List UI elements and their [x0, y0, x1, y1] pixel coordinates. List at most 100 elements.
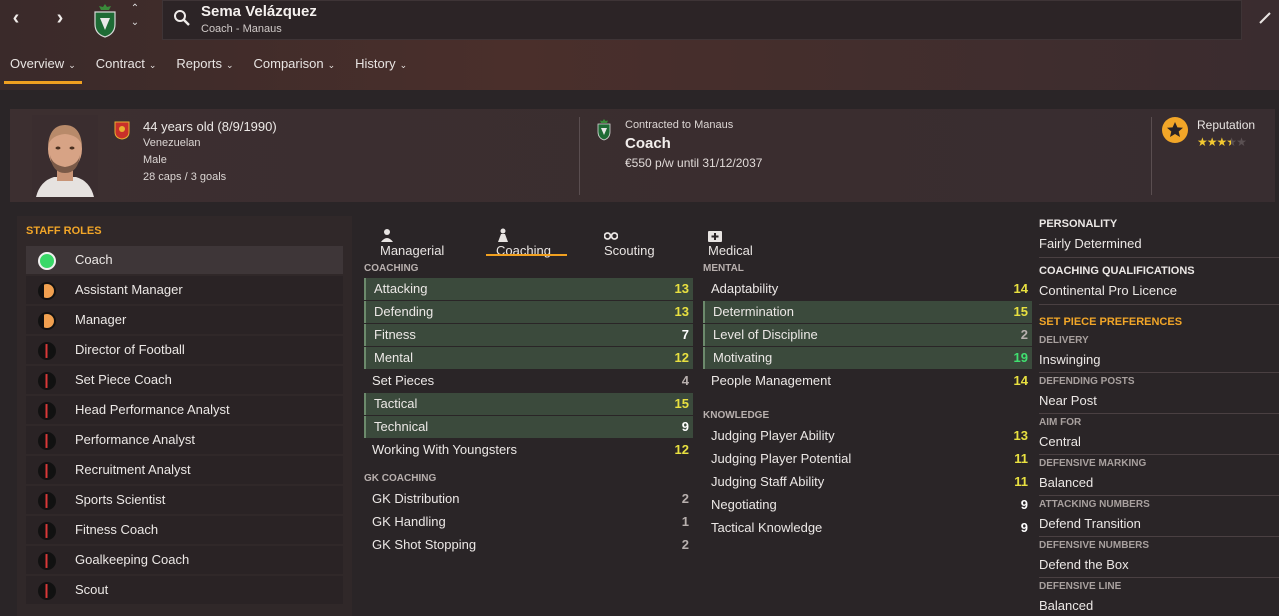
search-icon: [174, 10, 190, 26]
pref-label-defending-posts: DEFENDING POSTS: [1039, 376, 1135, 387]
attribute-label: Set Pieces: [372, 373, 435, 388]
tab-managerial[interactable]: Managerial: [380, 222, 444, 258]
attribute-value: 12: [674, 350, 689, 365]
attribute-row-people-management[interactable]: People Management 14: [703, 370, 1032, 392]
attribute-label: Motivating: [713, 350, 773, 365]
role-label: Coach: [75, 252, 113, 267]
pref-label-attacking-numbers: ATTACKING NUMBERS: [1039, 499, 1150, 510]
attribute-row-judging-staff-ability[interactable]: Judging Staff Ability 11: [703, 471, 1032, 493]
attribute-value: 14: [1013, 373, 1028, 388]
role-item-scout[interactable]: Scout: [26, 576, 343, 604]
person-subtitle: Coach - Manaus: [201, 23, 282, 35]
attribute-row-gk-handling[interactable]: GK Handling 1: [364, 511, 693, 533]
attribute-label: People Management: [711, 373, 831, 388]
chevron-down-icon: ⌄: [225, 60, 234, 70]
person-search-box[interactable]: Sema Velázquez Coach - Manaus: [162, 0, 1242, 40]
role-item-coach[interactable]: Coach: [26, 246, 343, 274]
attribute-row-technical[interactable]: Technical 9: [364, 416, 693, 438]
attribute-row-tactical[interactable]: Tactical 15: [364, 393, 693, 415]
attribute-row-judging-player-potential[interactable]: Judging Player Potential 11: [703, 448, 1032, 470]
role-label: Performance Analyst: [75, 432, 195, 447]
nation-flag-icon: [114, 121, 130, 140]
tab-history[interactable]: History ⌄: [345, 54, 417, 84]
role-item-director-of-football[interactable]: Director of Football: [26, 336, 343, 364]
pref-label-defensive-marking: DEFENSIVE MARKING: [1039, 458, 1147, 469]
attribute-value: 12: [674, 442, 689, 457]
attribute-label: Attacking: [374, 281, 428, 296]
role-label: Fitness Coach: [75, 522, 159, 537]
attribute-row-motivating[interactable]: Motivating 19: [703, 347, 1032, 369]
attribute-row-gk-distribution[interactable]: GK Distribution 2: [364, 488, 693, 510]
attribute-row-level-of-discipline[interactable]: Level of Discipline 2: [703, 324, 1032, 346]
nationality-text[interactable]: Venezuelan: [143, 137, 201, 149]
attribute-row-adaptability[interactable]: Adaptability 14: [703, 278, 1032, 300]
attribute-label: Mental: [374, 350, 414, 365]
age-text: 44 years old (8/9/1990): [143, 119, 277, 134]
qualifications-title: COACHING QUALIFICATIONS: [1039, 265, 1195, 277]
attribute-row-tactical-knowledge[interactable]: Tactical Knowledge 9: [703, 517, 1032, 539]
divider: [1039, 495, 1279, 496]
personality-value: Fairly Determined: [1039, 236, 1142, 251]
role-item-manager[interactable]: Manager: [26, 306, 343, 334]
attribute-row-attacking[interactable]: Attacking 13: [364, 278, 693, 300]
pref-value-defending-posts: Near Post: [1039, 393, 1097, 408]
attribute-value: 2: [1020, 327, 1028, 342]
attribute-row-working-with-youngsters[interactable]: Working With Youngsters 12: [364, 439, 693, 461]
tab-scouting[interactable]: Scouting: [604, 222, 655, 258]
attribute-label: GK Handling: [372, 514, 446, 529]
attribute-value: 2: [681, 537, 689, 552]
attribute-label: Tactical Knowledge: [711, 520, 823, 535]
suitability-indicator-icon: [38, 552, 56, 570]
attribute-label: Fitness: [374, 327, 416, 342]
attribute-value: 2: [681, 491, 689, 506]
suitability-indicator-icon: [38, 342, 56, 360]
divider: [1039, 454, 1279, 455]
attribute-row-mental[interactable]: Mental 12: [364, 347, 693, 369]
tab-comparison[interactable]: Comparison ⌄: [244, 54, 346, 84]
medical-kit-icon: [708, 231, 722, 242]
attribute-row-judging-player-ability[interactable]: Judging Player Ability 13: [703, 425, 1032, 447]
attribute-label: Tactical: [374, 396, 418, 411]
role-item-recruitment-analyst[interactable]: Recruitment Analyst: [26, 456, 343, 484]
role-item-head-performance-analyst[interactable]: Head Performance Analyst: [26, 396, 343, 424]
attribute-value: 15: [674, 396, 689, 411]
attribute-row-gk-shot-stopping[interactable]: GK Shot Stopping 2: [364, 534, 693, 556]
attribute-row-determination[interactable]: Determination 15: [703, 301, 1032, 323]
managerial-icon: [381, 229, 393, 242]
role-item-assistant-manager[interactable]: Assistant Manager: [26, 276, 343, 304]
role-label: Manager: [75, 312, 127, 327]
role-item-sports-scientist[interactable]: Sports Scientist: [26, 486, 343, 514]
attribute-row-set-pieces[interactable]: Set Pieces 4: [364, 370, 693, 392]
tab-contract[interactable]: Contract ⌄: [86, 54, 167, 84]
suitability-indicator-icon: [38, 312, 56, 330]
caps-text: 28 caps / 3 goals: [143, 171, 227, 183]
role-item-performance-analyst[interactable]: Performance Analyst: [26, 426, 343, 454]
star-icon: ★: [1216, 135, 1228, 149]
star-icon: ★: [1236, 135, 1247, 149]
club-badge-icon[interactable]: [92, 4, 118, 38]
staff-roles-panel: STAFF ROLES Coach Assistant Manager Manage…: [17, 216, 352, 616]
up-down-chevron-icon[interactable]: ⌃ ⌄: [128, 2, 142, 30]
back-arrow-icon[interactable]: ‹: [2, 6, 30, 30]
attribute-row-fitness[interactable]: Fitness 7: [364, 324, 693, 346]
edit-pencil-icon[interactable]: [1257, 10, 1273, 26]
tab-coaching[interactable]: Coaching: [486, 222, 567, 258]
tab-medical[interactable]: Medical: [708, 222, 753, 258]
attribute-label: Adaptability: [711, 281, 779, 296]
role-label: Director of Football: [75, 342, 185, 357]
contracted-to-text[interactable]: Contracted to Manaus: [625, 119, 733, 131]
role-item-fitness-coach[interactable]: Fitness Coach: [26, 516, 343, 544]
role-item-goalkeeping-coach[interactable]: Goalkeeping Coach: [26, 546, 343, 574]
tab-reports[interactable]: Reports ⌄: [166, 54, 243, 84]
forward-arrow-icon[interactable]: ›: [46, 6, 74, 30]
suitability-indicator-icon: [38, 492, 56, 510]
role-item-set-piece-coach[interactable]: Set Piece Coach: [26, 366, 343, 394]
tab-overview[interactable]: Overview ⌄: [0, 54, 86, 84]
divider: [1151, 117, 1152, 195]
divider: [1039, 413, 1279, 414]
attribute-row-defending[interactable]: Defending 13: [364, 301, 693, 323]
role-label: Scout: [75, 582, 109, 597]
gender-text: Male: [143, 154, 167, 166]
attribute-row-negotiating[interactable]: Negotiating 9: [703, 494, 1032, 516]
attribute-label: Determination: [713, 304, 794, 319]
